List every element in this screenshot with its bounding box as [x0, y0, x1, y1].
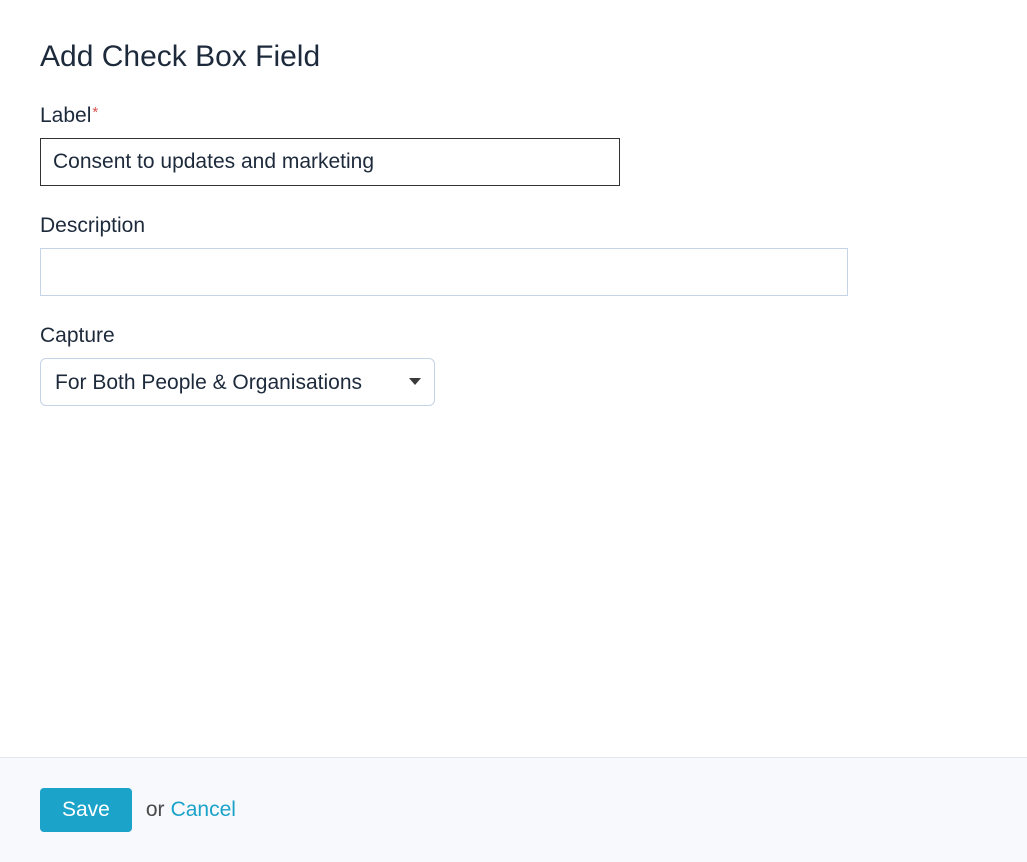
cancel-link[interactable]: Cancel — [171, 798, 236, 822]
form-content: Add Check Box Field Label* Description C… — [0, 0, 1027, 757]
label-text: Label — [40, 104, 91, 127]
label-field-label: Label* — [40, 104, 987, 128]
capture-group: Capture For Both People & Organisations — [40, 324, 987, 406]
label-group: Label* — [40, 104, 987, 186]
description-input[interactable] — [40, 248, 848, 296]
capture-select[interactable]: For Both People & Organisations — [40, 358, 435, 406]
capture-select-wrapper: For Both People & Organisations — [40, 358, 435, 406]
description-field-label: Description — [40, 214, 987, 238]
description-group: Description — [40, 214, 987, 296]
label-input[interactable] — [40, 138, 620, 186]
capture-field-label: Capture — [40, 324, 987, 348]
or-text: or — [146, 798, 165, 822]
footer-bar: Save or Cancel — [0, 757, 1027, 862]
save-button[interactable]: Save — [40, 788, 132, 832]
required-asterisk: * — [92, 104, 98, 121]
page-title: Add Check Box Field — [40, 40, 987, 74]
